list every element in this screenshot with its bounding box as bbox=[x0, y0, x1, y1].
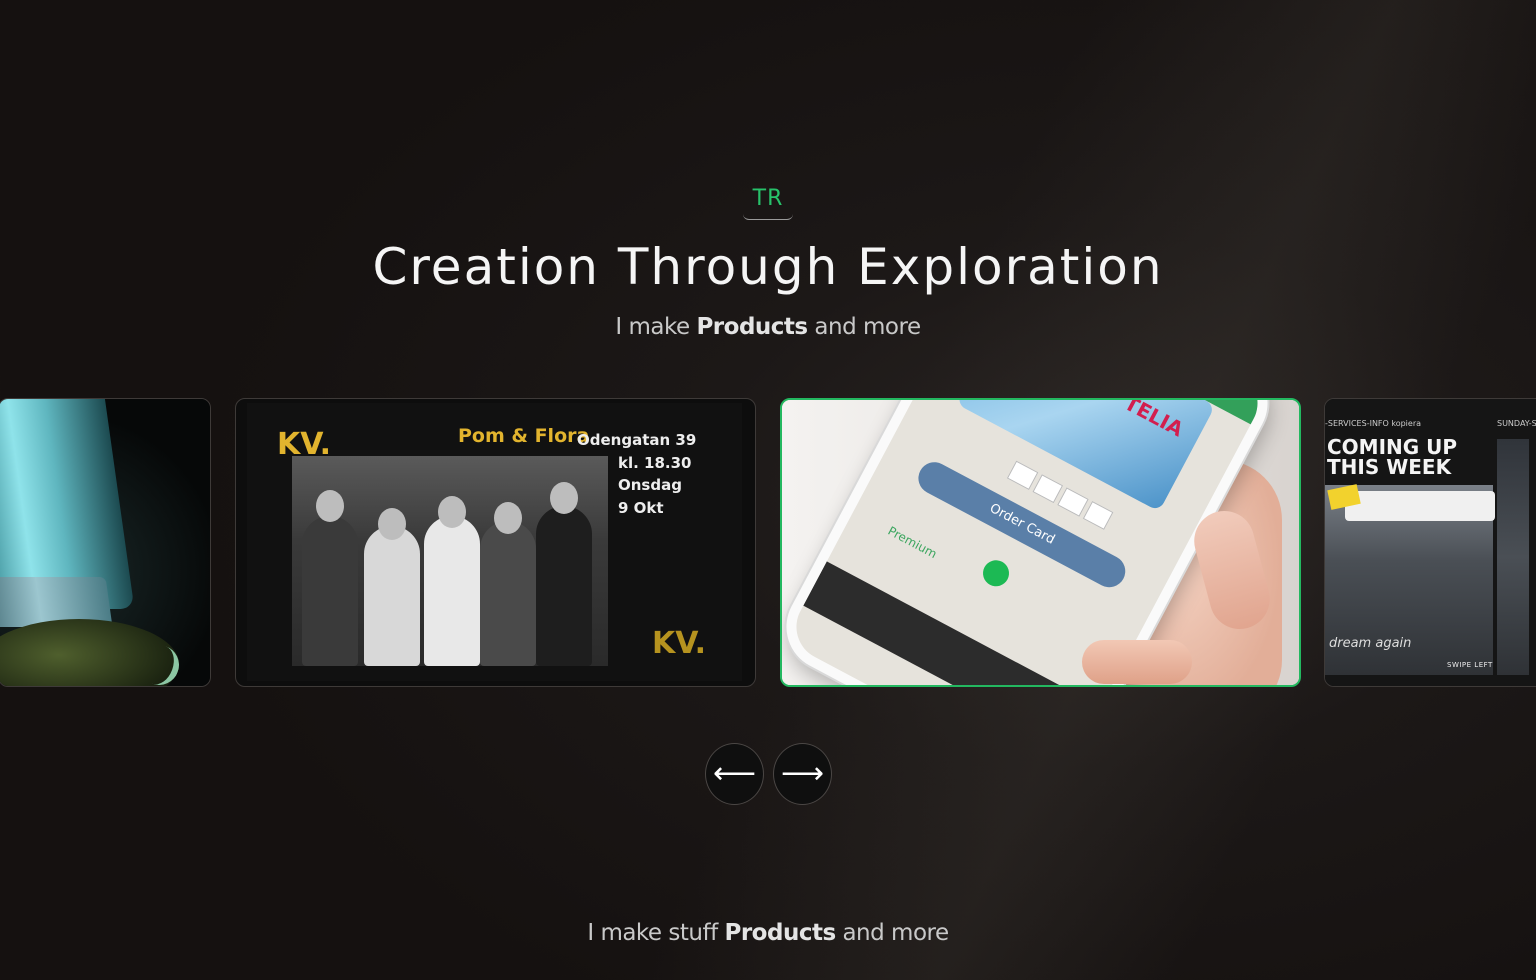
arrow-right-icon: ⟶ bbox=[780, 756, 824, 791]
event-page-header-right: SUNDAY-SER bbox=[1497, 419, 1536, 428]
background-streak bbox=[0, 0, 1536, 980]
person-head bbox=[550, 482, 578, 514]
carousel-card-poster[interactable]: KV. Pom & Flora Odengatan 39 kl. 18.30 O… bbox=[235, 398, 756, 687]
event-page-script: dream again bbox=[1329, 636, 1412, 651]
person bbox=[302, 516, 358, 666]
event-page-headline: COMING UP THIS WEEK bbox=[1327, 435, 1458, 479]
footer-highlight: Products bbox=[724, 920, 836, 946]
carousel-next-button[interactable]: ⟶ bbox=[773, 743, 832, 805]
swipe-hint: SWIPE LEFT bbox=[1447, 661, 1493, 669]
crowd-photo-tent bbox=[1345, 491, 1495, 521]
person-head bbox=[494, 502, 522, 534]
telia-logo: TELIA bbox=[1120, 398, 1188, 442]
arrow-left-icon: ⟵ bbox=[712, 756, 756, 791]
spotify-icon bbox=[978, 555, 1014, 591]
poster-brand-bottom: KV. bbox=[652, 626, 706, 661]
app-tab-bar bbox=[803, 561, 1101, 685]
site-logo[interactable]: TR bbox=[743, 184, 793, 220]
carousel-card-artwork[interactable] bbox=[0, 398, 211, 687]
footer-tagline: I make stuff Products and more bbox=[587, 920, 949, 946]
hero-title: Creation Through Exploration bbox=[372, 238, 1164, 296]
carousel-prev-button[interactable]: ⟵ bbox=[705, 743, 764, 805]
hand-finger bbox=[1082, 640, 1192, 684]
poster-event-info: Odengatan 39 kl. 18.30 Onsdag 9 Okt bbox=[577, 431, 697, 517]
person-head bbox=[438, 496, 466, 528]
subtitle-highlight: Products bbox=[696, 314, 808, 340]
person bbox=[364, 526, 420, 666]
person bbox=[480, 521, 536, 666]
person bbox=[536, 506, 592, 666]
event-page-header-left: -SERVICES-INFO kopiera bbox=[1325, 419, 1422, 428]
poster-band-name: Pom & Flora bbox=[458, 425, 590, 447]
band-photo bbox=[292, 456, 608, 666]
hero-subtitle: I make Products and more bbox=[615, 314, 921, 340]
person bbox=[424, 516, 480, 666]
carousel-card-phone-app[interactable]: TELIA Order Card Premium bbox=[780, 398, 1301, 687]
event-poster: KV. Pom & Flora Odengatan 39 kl. 18.30 O… bbox=[247, 403, 742, 681]
carousel-card-event-page[interactable]: -SERVICES-INFO kopiera SUNDAY-SER COMING… bbox=[1324, 398, 1536, 687]
person-head bbox=[316, 490, 344, 522]
person-head bbox=[378, 508, 406, 540]
side-photo bbox=[1497, 439, 1529, 675]
premium-option: Premium bbox=[885, 523, 940, 562]
